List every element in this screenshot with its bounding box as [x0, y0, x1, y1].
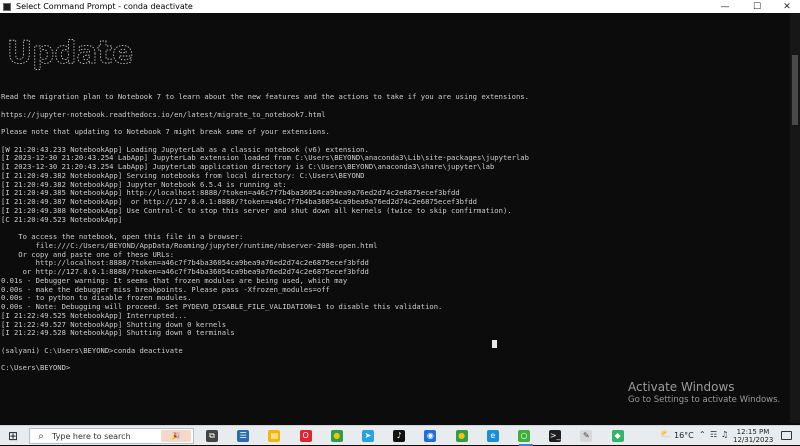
- taskbar: ⊞ ⌕ Type here to search 🎉 ⧉ ☰ ▤ O ● ➤ ♪ ◉ ● e ○ >_ ✎…: [0, 425, 800, 446]
- console-lines: Read the migration plan to Notebook 7 to…: [1, 92, 789, 373]
- volume-icon[interactable]: ♫: [721, 430, 728, 439]
- start-button[interactable]: ⊞: [6, 429, 20, 443]
- mouse-text-cursor: [492, 340, 497, 348]
- console-output[interactable]: Update Read the migration plan to Notebo…: [1, 16, 789, 421]
- search-icon: ⌕: [38, 430, 44, 442]
- taskbar-app-chrome[interactable]: ●: [330, 429, 344, 443]
- weather-icon[interactable]: ⛅: [660, 430, 671, 440]
- console-scrollbar[interactable]: [790, 13, 800, 423]
- task-view-icon: ⧉: [206, 430, 218, 442]
- taskbar-app-tiktok[interactable]: ♪: [392, 429, 406, 443]
- maximize-button[interactable]: ☐: [742, 0, 772, 13]
- clock-date: 12/31/2023: [733, 436, 774, 444]
- activate-windows-watermark: Activate Windows Go to Settings to activ…: [628, 380, 780, 406]
- network-icon[interactable]: ☶: [710, 430, 717, 439]
- taskbar-app-command-prompt[interactable]: >_: [548, 429, 562, 443]
- console-line: Please note that updating to Notebook 7 …: [1, 127, 330, 136]
- taskbar-app-edge[interactable]: e: [486, 429, 500, 443]
- widgets-icon: ☰: [237, 430, 250, 442]
- watermark-subtitle: Go to Settings to activate Windows.: [628, 395, 781, 405]
- taskbar-app-widgets[interactable]: ☰: [236, 429, 250, 443]
- taskbar-app-telegram[interactable]: ➤: [361, 429, 375, 443]
- notification-center-icon[interactable]: [781, 431, 792, 440]
- chrome-2-icon: ●: [455, 430, 468, 442]
- clock-time: 12:15 PM: [736, 428, 770, 436]
- taskbar-app-camera[interactable]: ◉: [423, 429, 437, 443]
- taskbar-app-file-explorer[interactable]: ▤: [267, 429, 281, 443]
- taskbar-search-box[interactable]: ⌕ Type here to search 🎉: [29, 428, 194, 444]
- banner-text: Update: [7, 35, 133, 71]
- ascii-banner-graphic: Update: [7, 35, 134, 71]
- edge-icon: e: [486, 430, 499, 442]
- ascii-banner: Update: [5, 33, 155, 71]
- console-line: Read the migration plan to Notebook 7 to…: [1, 92, 529, 101]
- git-app-icon: ◆: [611, 430, 624, 442]
- search-placeholder: Type here to search: [52, 431, 131, 441]
- chrome-icon: ●: [330, 430, 343, 442]
- scrollbar-thumb[interactable]: [792, 55, 798, 125]
- console-line: [C 21:20:49.523 NotebookApp]: [1, 214, 123, 224]
- window-title-bar[interactable]: Select Command Prompt - conda deactivate…: [0, 0, 800, 13]
- ring-app-icon: ○: [518, 430, 530, 442]
- paint-icon: ✎: [580, 430, 593, 442]
- opera-icon: O: [299, 430, 312, 442]
- taskbar-app-ring-app[interactable]: ○: [517, 429, 531, 443]
- console-line: (salyani) C:\Users\BEYOND>conda deactiva…: [1, 345, 183, 355]
- temperature[interactable]: 16°C: [674, 431, 694, 440]
- console-line: https://jupyter-notebook.readthedocs.io/…: [1, 109, 326, 119]
- command-prompt-icon: >_: [549, 430, 562, 442]
- tiktok-icon: ♪: [393, 430, 406, 442]
- console-line: C:\Users\BEYOND>: [1, 363, 71, 373]
- telegram-icon: ➤: [362, 430, 374, 442]
- window-title: Select Command Prompt - conda deactivate: [16, 2, 193, 11]
- taskbar-app-opera[interactable]: O: [299, 429, 313, 443]
- camera-icon: ◉: [424, 430, 437, 442]
- taskbar-app-paint[interactable]: ✎: [579, 429, 593, 443]
- taskbar-app-task-view[interactable]: ⧉: [205, 429, 219, 443]
- show-hidden-icons-chevron-icon[interactable]: ⌃: [699, 430, 706, 439]
- search-highlight-icon: 🎉: [161, 430, 191, 442]
- minimize-button[interactable]: —: [710, 0, 740, 13]
- command-prompt-app-icon: [3, 2, 11, 11]
- taskbar-app-git-app[interactable]: ◆: [611, 429, 625, 443]
- taskbar-app-chrome-2[interactable]: ●: [455, 429, 469, 443]
- console-line: [I 21:22:49.528 NotebookApp] Shutting do…: [1, 328, 235, 338]
- watermark-title: Activate Windows: [628, 380, 735, 394]
- close-button[interactable]: ✕: [772, 0, 800, 13]
- taskbar-clock[interactable]: 12:15 PM 12/31/2023: [733, 428, 773, 444]
- windows-logo-icon: ⊞: [7, 429, 19, 443]
- file-explorer-icon: ▤: [268, 430, 281, 442]
